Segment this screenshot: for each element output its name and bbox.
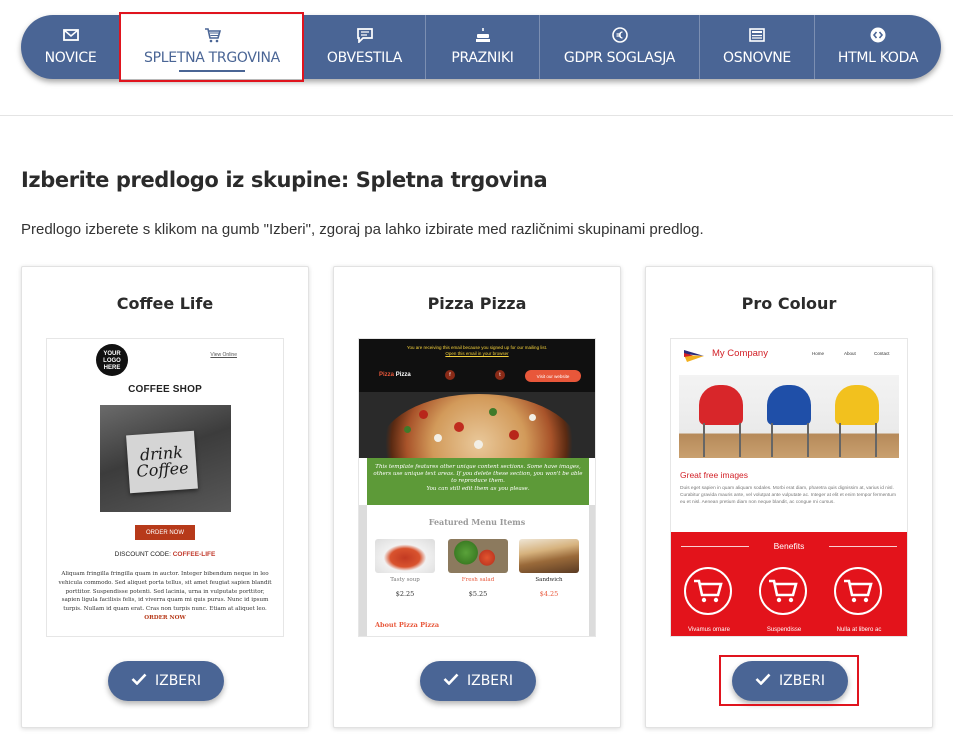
check-icon — [443, 673, 459, 689]
cart-icon — [759, 567, 807, 615]
card-title: Coffee Life — [116, 294, 214, 313]
salad-photo — [448, 539, 508, 573]
menu-item-price: $4.25 — [539, 590, 559, 598]
nav-item-label: SPLETNA TRGOVINA — [144, 50, 280, 72]
nav-item-label: OSNOVNE — [723, 50, 791, 66]
page-title: Izberite predlogo iz skupine: Spletna tr… — [21, 168, 548, 192]
card-title: Pro Colour — [741, 294, 837, 313]
coffee-sign: drink Coffee — [126, 430, 198, 494]
choose-button-label: IZBERI — [778, 673, 826, 689]
soup-photo — [375, 539, 435, 573]
template-category-nav: NOVICE SPLETNA TRGOVINA OBVESTILA PRAZNI… — [21, 15, 941, 79]
nav-item-prazniki[interactable]: PRAZNIKI — [426, 15, 540, 79]
logo-placeholder: YOUR LOGO HERE — [96, 344, 128, 376]
benefit-caption: Nulla at libero ac — [836, 627, 882, 633]
preview-body-text: Duis eget sapien in quam aliquam sodales… — [680, 486, 896, 505]
check-icon — [755, 673, 771, 689]
nav-item-label: OBVESTILA — [326, 50, 403, 66]
template-preview: You are receiving this email because you… — [358, 338, 596, 637]
menu-item-price: $2.25 — [395, 590, 415, 598]
menu-item-price: $5.25 — [468, 590, 488, 598]
order-now-button: ORDER NOW — [135, 525, 195, 540]
menu-item-name: Sandwich — [535, 577, 563, 583]
nav-item-osnovne[interactable]: OSNOVNE — [700, 15, 815, 79]
preview-about-heading: About Pizza Pizza — [375, 621, 440, 629]
nav-item-gdpr-soglasja[interactable]: GDPR SOGLASJA — [540, 15, 700, 79]
newspaper-icon — [748, 26, 766, 44]
nav-item-label: NOVICE — [44, 50, 97, 66]
nav-item-label: GDPR SOGLASJA — [563, 50, 676, 66]
nav-item-spletna-trgovina[interactable]: SPLETNA TRGOVINA — [121, 15, 304, 79]
preview-headline: Great free images — [680, 470, 749, 480]
choose-button[interactable]: IZBERI — [108, 661, 224, 701]
section-divider — [0, 115, 953, 116]
preview-top-note: You are receiving this email because you… — [406, 345, 548, 356]
choose-button-label: IZBERI — [154, 673, 202, 689]
template-preview: YOUR LOGO HERE View Online COFFEE SHOP d… — [46, 338, 284, 637]
discount-code: DISCOUNT CODE: COFFEE-LIFE — [114, 551, 216, 558]
preview-green-section: This template features other unique cont… — [367, 458, 589, 505]
euro-icon — [611, 26, 629, 44]
choose-button[interactable]: IZBERI — [420, 661, 536, 701]
menu-item-name: Fresh salad — [461, 577, 495, 583]
page-description: Predlogo izberete s klikom na gumb "Izbe… — [21, 221, 704, 238]
preview-header: You are receiving this email because you… — [359, 339, 595, 392]
benefits-section: Benefits Vivamus ornare Suspendisse Null… — [671, 532, 907, 636]
visit-website-button: Visit our website — [525, 370, 581, 382]
cart-icon — [684, 567, 732, 615]
nav-item-label: HTML KODA — [837, 50, 919, 66]
template-preview: My Company Home About Contact Great free… — [670, 338, 908, 637]
preview-nav-item: Contact — [874, 351, 890, 356]
preview-heading: COFFEE SHOP — [128, 384, 202, 395]
twitter-icon: t — [495, 370, 505, 380]
nav-item-novice[interactable]: NOVICE — [21, 15, 121, 79]
pizza-photo — [359, 392, 595, 458]
envelope-icon — [62, 26, 80, 44]
preview-brand: Pizza Pizza — [379, 372, 411, 378]
sandwich-photo — [519, 539, 579, 573]
company-name: My Company — [712, 348, 768, 359]
cart-icon — [834, 567, 882, 615]
nav-item-html-koda[interactable]: HTML KODA — [815, 15, 941, 79]
chairs-photo — [679, 375, 899, 458]
benefits-heading: Benefits — [773, 541, 805, 551]
message-icon — [356, 26, 374, 44]
check-icon — [131, 673, 147, 689]
view-online-link: View Online — [210, 352, 237, 358]
preview-body-text: Aliquam fringilla fringilla quam in auct… — [58, 571, 272, 621]
benefit-caption: Vivamus ornare — [688, 627, 730, 633]
company-logo-icon — [683, 348, 704, 362]
facebook-icon: f — [445, 370, 455, 380]
cake-icon — [474, 26, 492, 44]
benefit-caption: Suspendisse — [766, 627, 802, 633]
nav-item-obvestila[interactable]: OBVESTILA — [304, 15, 426, 79]
template-card-pro-colour: Pro Colour My Company Home About Contact… — [645, 266, 933, 728]
card-title: Pizza Pizza — [427, 294, 527, 313]
shopping-cart-icon — [203, 26, 221, 44]
preview-nav-item: Home — [812, 351, 825, 356]
template-card-pizza-pizza: Pizza Pizza You are receiving this email… — [333, 266, 621, 728]
coffee-sign-photo: drink Coffee — [100, 405, 231, 512]
preview-featured-heading: Featured Menu Items — [428, 517, 526, 527]
code-icon — [869, 26, 887, 44]
choose-button-label: IZBERI — [466, 673, 514, 689]
choose-button[interactable]: IZBERI — [732, 661, 848, 701]
template-card-coffee-life: Coffee Life YOUR LOGO HERE View Online C… — [21, 266, 309, 728]
nav-item-label: PRAZNIKI — [451, 50, 514, 66]
preview-nav-item: About — [844, 351, 856, 356]
menu-item-name: Tasty soup — [390, 577, 420, 583]
